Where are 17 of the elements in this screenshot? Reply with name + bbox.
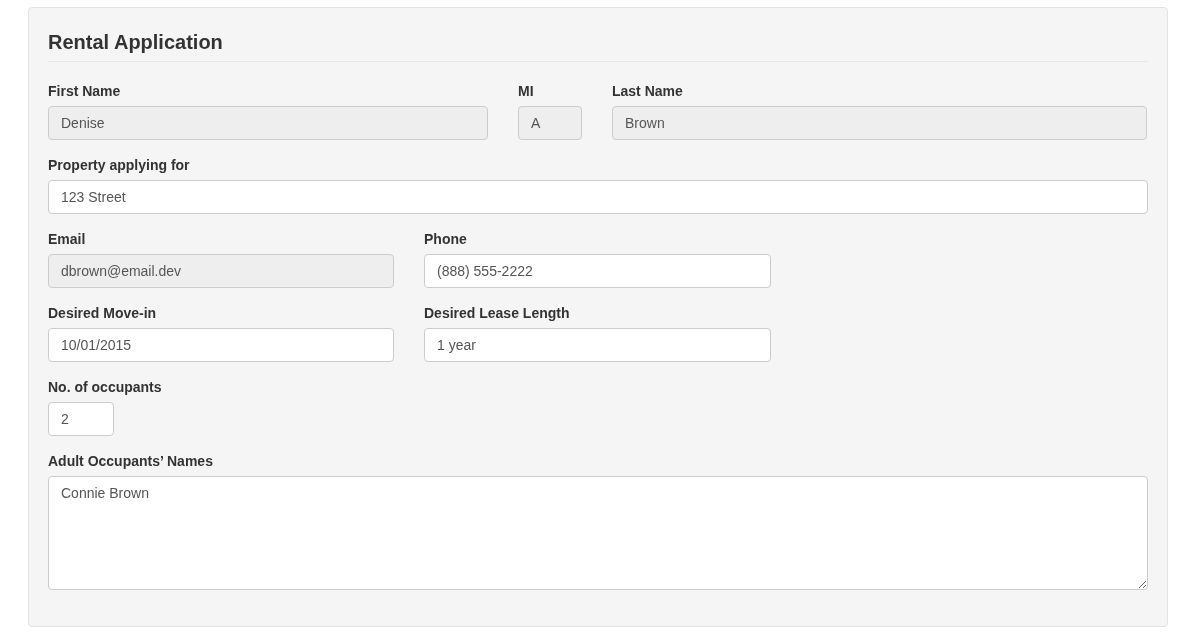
field-label: Adult Occupants’ Names xyxy=(48,452,213,471)
input-field[interactable]: 1 year xyxy=(424,328,771,362)
field-label: No. of occupants xyxy=(48,378,162,397)
field-label: Phone xyxy=(424,230,467,249)
input-field[interactable]: (888) 555-2222 xyxy=(424,254,771,288)
input-field[interactable]: 10/01/2015 xyxy=(48,328,394,362)
field-label: First Name xyxy=(48,82,121,101)
field-label: Desired Move-in xyxy=(48,304,157,323)
field-label: Desired Lease Length xyxy=(424,304,570,323)
field-label: MI xyxy=(518,82,534,101)
field-label: Last Name xyxy=(612,82,683,101)
field-label: Email xyxy=(48,230,86,249)
input-field[interactable]: 2 xyxy=(48,402,114,436)
field-label: Property applying for xyxy=(48,156,190,175)
input-field[interactable]: 123 Street xyxy=(48,180,1148,214)
text-area[interactable]: Connie Brown xyxy=(48,476,1148,590)
form-title: Rental Application xyxy=(48,30,224,55)
